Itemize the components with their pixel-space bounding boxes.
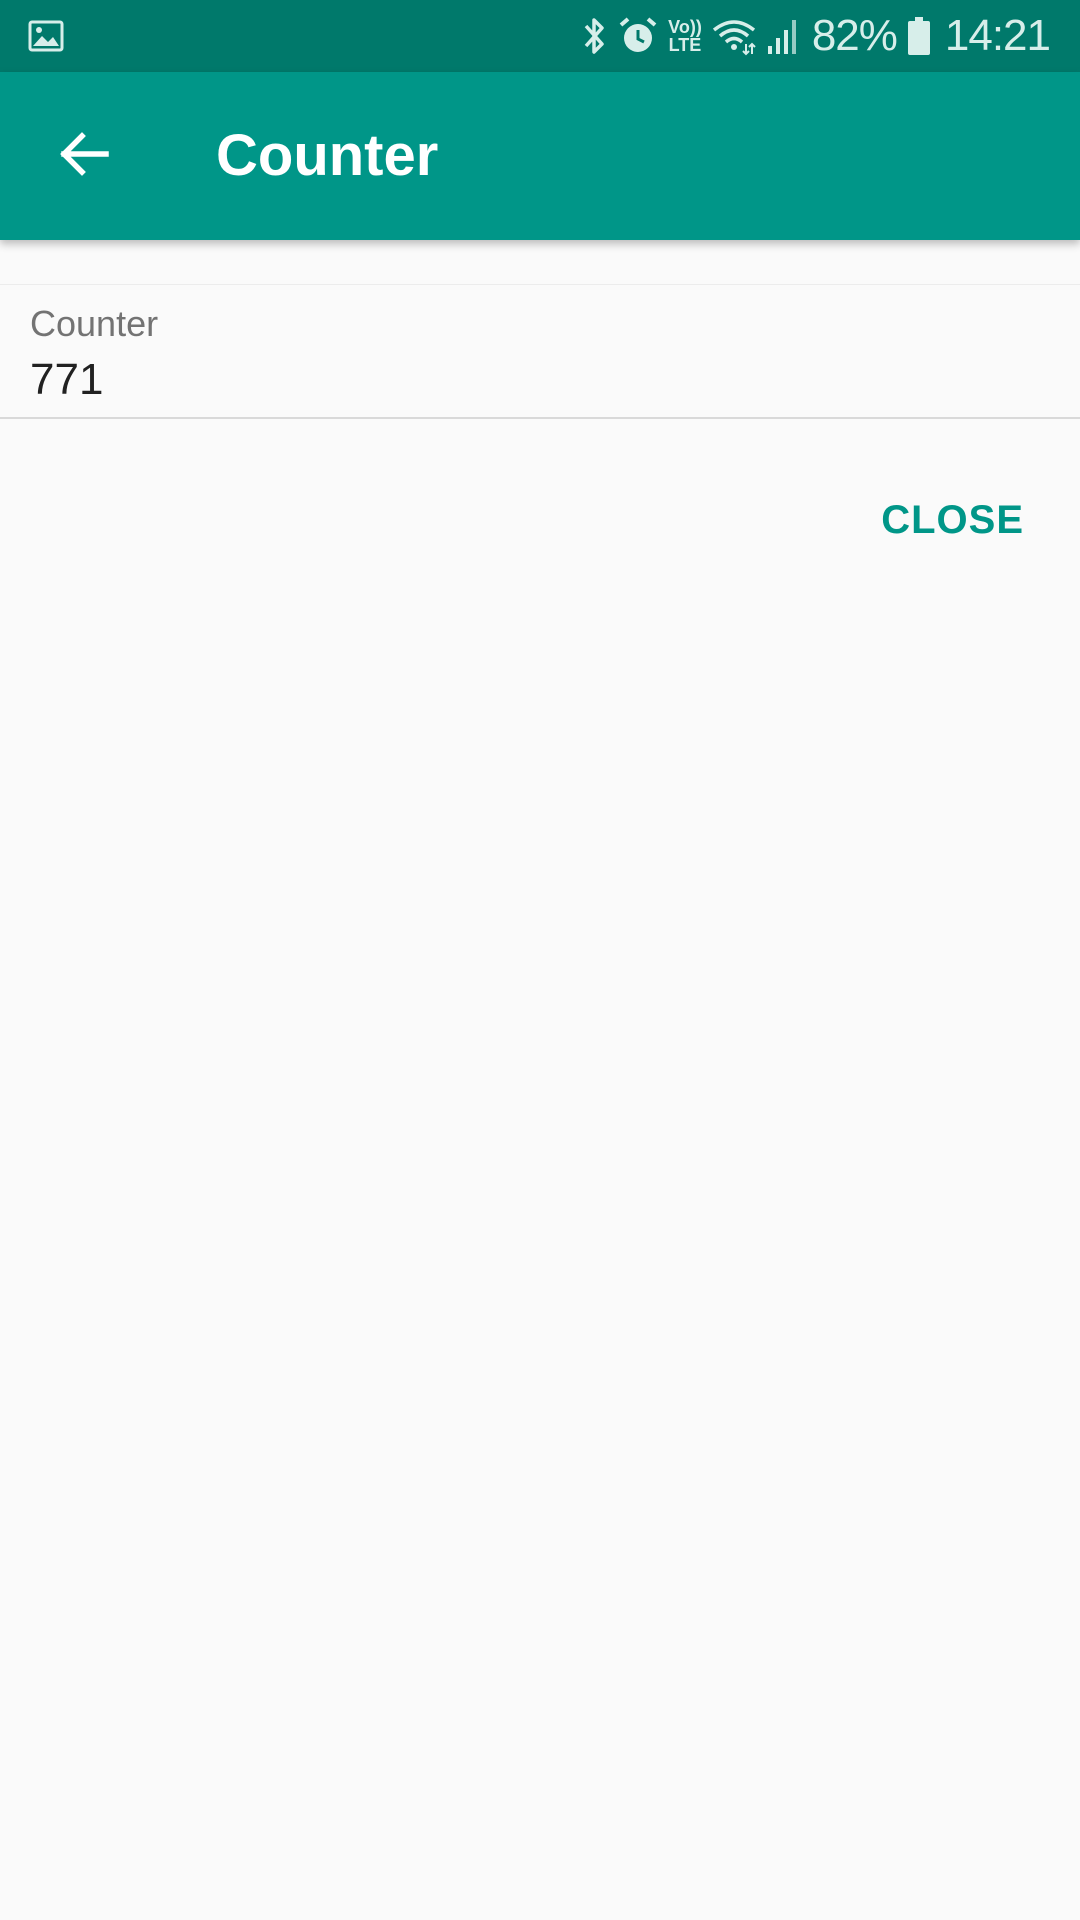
counter-field[interactable]: Counter 771 <box>0 285 1080 419</box>
arrow-back-icon <box>58 128 110 185</box>
alarm-icon <box>618 16 658 56</box>
divider <box>0 240 1080 285</box>
wifi-icon <box>712 16 756 56</box>
app-bar: Counter <box>0 72 1080 240</box>
clock: 14:21 <box>944 11 1051 60</box>
counter-label: Counter <box>30 303 159 344</box>
status-icons: Vo)) LTE 82% 14:21 <box>582 0 1051 72</box>
close-button[interactable]: CLOSE <box>881 490 1024 551</box>
volte-top-label: Vo)) <box>668 17 702 37</box>
bluetooth-icon <box>582 16 608 56</box>
status-bar: Vo)) LTE 82% 14:21 <box>0 0 1080 72</box>
battery-percent: 82% <box>811 11 898 60</box>
counter-value[interactable]: 771 <box>30 355 103 405</box>
signal-icon <box>766 16 802 56</box>
battery-icon <box>907 16 931 56</box>
volte-bottom-label: LTE <box>668 35 702 55</box>
volte-icon: Vo)) LTE <box>668 18 702 54</box>
screen: Vo)) LTE 82% 14:21 Counter Counter 771 C… <box>0 0 1080 1920</box>
back-button[interactable] <box>36 108 132 204</box>
gallery-icon <box>28 18 64 54</box>
content: Counter 771 CLOSE <box>0 240 1080 1920</box>
page-title: Counter <box>216 123 439 188</box>
